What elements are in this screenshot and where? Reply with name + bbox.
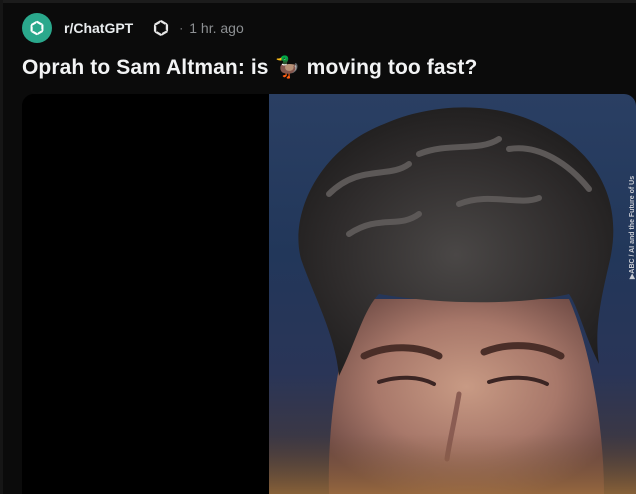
separator-dot: · (179, 21, 184, 35)
subreddit-link[interactable]: r/ChatGPT (64, 20, 133, 36)
post-card[interactable]: r/ChatGPT · 1 hr. ago Oprah to Sam Altma… (0, 0, 636, 494)
duck-emoji: 🦆 (274, 56, 301, 79)
openai-logo-icon[interactable] (22, 13, 52, 43)
post-title[interactable]: Oprah to Sam Altman: is 🦆 moving too fas… (22, 56, 477, 80)
post-timestamp: 1 hr. ago (189, 20, 244, 36)
title-text-start: Oprah to Sam Altman: is (22, 56, 275, 79)
left-border (0, 0, 3, 494)
openai-logo-icon (149, 16, 173, 40)
post-header: r/ChatGPT · 1 hr. ago (22, 12, 244, 44)
title-text-end: moving too fast? (300, 56, 478, 79)
video-subject (269, 107, 636, 494)
video-source-label: ▶ABC / AI and the Future of Us (629, 175, 636, 279)
post-video[interactable]: ▶ABC / AI and the Future of Us (22, 94, 636, 494)
video-frame[interactable]: ▶ABC / AI and the Future of Us (269, 94, 636, 494)
video-letterbox (22, 94, 269, 494)
top-border (0, 0, 636, 3)
